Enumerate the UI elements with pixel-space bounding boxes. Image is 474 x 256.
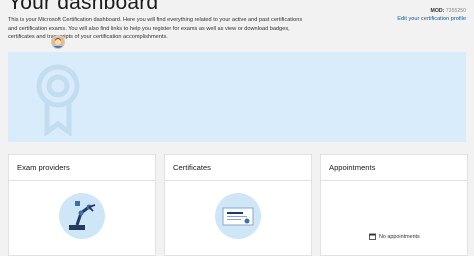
dashboard-banner <box>8 52 466 142</box>
card-divider <box>321 180 467 181</box>
card-title: Exam providers <box>17 163 70 172</box>
certificate-icon <box>215 193 261 239</box>
card-divider <box>9 180 155 181</box>
no-appointments-text: No appointments <box>379 233 420 240</box>
appointments-card[interactable]: Appointments No appointments <box>320 154 468 256</box>
exam-providers-card[interactable]: Exam providers <box>8 154 156 256</box>
card-divider <box>165 180 311 181</box>
avatar[interactable] <box>52 36 64 48</box>
certificates-card[interactable]: Certificates <box>164 154 312 256</box>
edit-profile-link[interactable]: Edit your certification profile <box>397 16 466 22</box>
page-title: Your dashboard <box>8 0 159 14</box>
card-title: Certificates <box>173 163 211 172</box>
mod-id: MOD: 7355250 <box>431 8 467 14</box>
mod-id-value: 7355250 <box>445 8 466 14</box>
card-title: Appointments <box>329 163 376 172</box>
avatar-image <box>52 37 64 48</box>
robot-arm-icon <box>59 193 105 239</box>
calendar-icon <box>369 233 376 240</box>
no-appointments-message: No appointments <box>369 233 420 240</box>
mod-id-label: MOD: <box>430 8 445 14</box>
badge-ribbon-icon <box>36 64 80 136</box>
